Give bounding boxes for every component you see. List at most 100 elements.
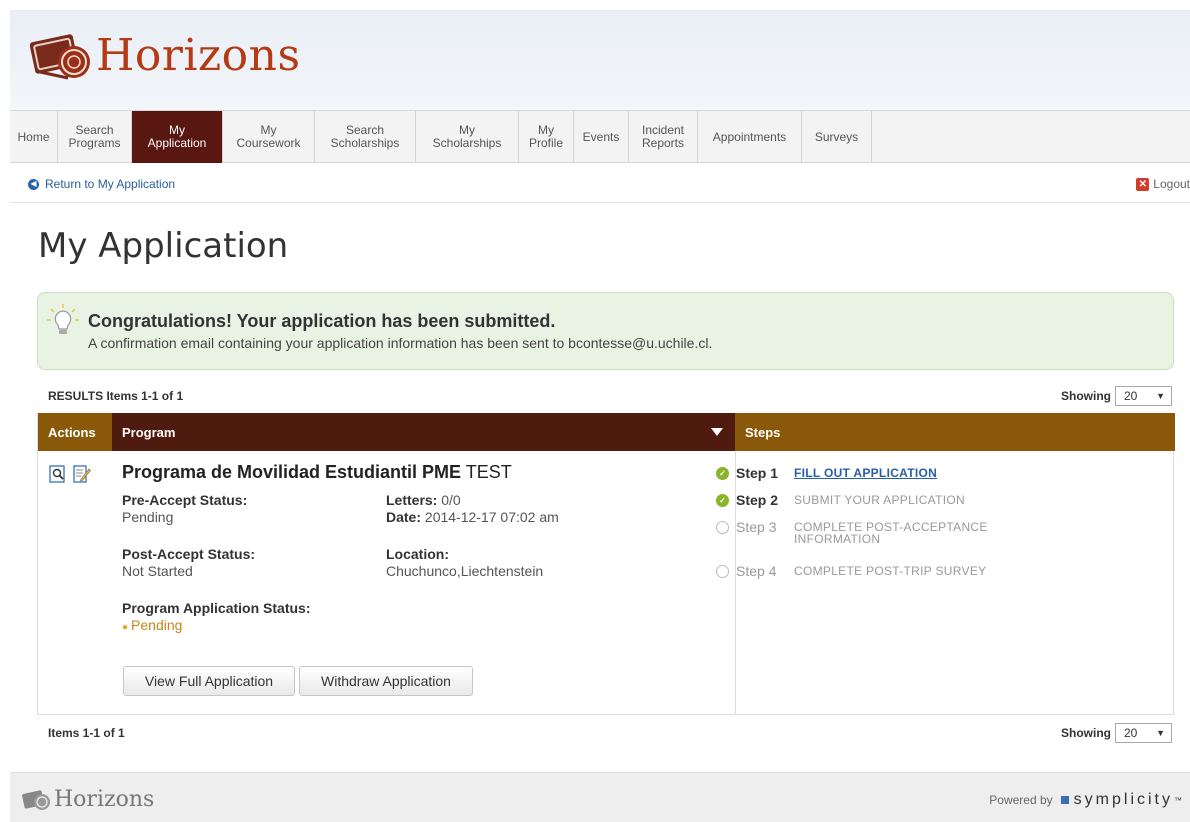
step-number: Step 2: [736, 492, 779, 508]
return-to-application-link[interactable]: ◀ Return to My Application: [28, 177, 175, 191]
page-size-value: 20: [1124, 389, 1138, 403]
sort-descending-icon[interactable]: [711, 428, 723, 436]
success-alert: Congratulations! Your application has be…: [37, 292, 1174, 370]
check-pending-icon: [716, 565, 729, 578]
post-accept-status: Post-Accept Status: Not Started: [122, 546, 255, 580]
post-accept-value: Not Started: [122, 563, 193, 579]
nav-item-search-scholarships[interactable]: Search Scholarships: [315, 111, 416, 163]
nav-item-my-application[interactable]: My Application: [132, 111, 223, 163]
site-header: Horizons: [10, 10, 1190, 110]
withdraw-application-button[interactable]: Withdraw Application: [299, 666, 473, 696]
utility-bar: ◀ Return to My Application ✕ Logout: [10, 163, 1190, 203]
main-nav: Home Search Programs My Application My Cour…: [10, 110, 1190, 163]
alert-message: A confirmation email containing your app…: [88, 335, 713, 351]
showing-label-bottom: Showing: [1061, 726, 1111, 740]
nav-item-appointments[interactable]: Appointments: [698, 111, 802, 163]
trademark-symbol: ™: [1174, 795, 1182, 805]
powered-by-label: Powered by: [989, 793, 1053, 807]
footer-logo[interactable]: Horizons: [22, 787, 154, 812]
edit-document-icon[interactable]: [73, 465, 91, 483]
check-pending-icon: [716, 521, 729, 534]
nav-item-my-profile[interactable]: My Profile: [519, 111, 574, 163]
nav-item-my-coursework[interactable]: My Coursework: [223, 111, 315, 163]
symplicity-square-icon: [1060, 796, 1069, 804]
column-header-program[interactable]: Program: [112, 413, 735, 451]
pre-accept-value: Pending: [122, 509, 174, 525]
step-number: Step 4: [736, 563, 777, 579]
app-status-value: Pending: [131, 617, 183, 633]
nav-item-events[interactable]: Events: [574, 111, 629, 163]
column-header-actions: Actions: [38, 413, 112, 451]
powered-by: Powered by symplicity ™: [989, 791, 1182, 809]
letters-label: Letters:: [386, 492, 438, 508]
pre-accept-label: Pre-Accept Status:: [122, 492, 248, 508]
program-suffix: TEST: [465, 462, 512, 482]
actions-header-label: Actions: [48, 424, 96, 440]
view-full-application-button[interactable]: View Full Application: [123, 666, 295, 696]
page-size-select-top[interactable]: 20 ▼: [1115, 386, 1172, 406]
passport-stamp-icon: [29, 28, 94, 84]
page-size-value-bottom: 20: [1124, 726, 1138, 740]
chevron-down-icon: ▼: [1156, 728, 1165, 738]
column-divider: [735, 451, 736, 715]
logo-text: Horizons: [96, 30, 301, 81]
location: Location: Chuchunco,Liechtenstein: [386, 546, 543, 580]
chevron-down-icon: ▼: [1156, 391, 1165, 401]
check-complete-icon: ✓: [716, 494, 729, 507]
row-actions: [49, 465, 91, 483]
nav-item-incident-reports[interactable]: Incident Reports: [629, 111, 698, 163]
app-status-label: Program Application Status:: [122, 600, 311, 616]
date-label: Date:: [386, 509, 422, 525]
step-description: COMPLETE POST-ACCEPTANCE INFORMATION: [794, 520, 988, 546]
application-status: Program Application Status: ● Pending: [122, 600, 311, 636]
alert-title: Congratulations! Your application has be…: [88, 311, 556, 331]
step-4: Step 4 COMPLETE POST-TRIP SURVEY: [716, 563, 1034, 579]
nav-item-search-programs[interactable]: Search Programs: [58, 111, 132, 163]
logout-link[interactable]: ✕ Logout: [1136, 177, 1190, 191]
logout-icon: ✕: [1136, 177, 1150, 191]
logout-label: Logout: [1153, 177, 1190, 191]
showing-per-page-top: Showing 20 ▼: [1061, 386, 1172, 406]
location-label: Location:: [386, 546, 449, 562]
nav-item-surveys[interactable]: Surveys: [802, 111, 872, 163]
back-arrow-icon: ◀: [28, 178, 39, 190]
return-link-label: Return to My Application: [45, 177, 176, 191]
step-number: Step 3: [736, 519, 777, 535]
steps-header-label: Steps: [745, 424, 781, 440]
program-header-label: Program: [122, 424, 176, 440]
lightbulb-icon: [46, 303, 80, 337]
post-accept-label: Post-Accept Status:: [122, 546, 256, 562]
results-count-top: RESULTS Items 1-1 of 1: [48, 389, 184, 403]
step-1[interactable]: ✓ Step 1 FILL OUT APPLICATION: [716, 465, 1034, 481]
letters-value: 0/0: [441, 492, 461, 508]
page-title: My Application: [38, 226, 289, 266]
results-count-bottom: Items 1-1 of 1: [48, 726, 125, 740]
table-header: Actions Program Steps: [38, 413, 1175, 451]
nav-item-my-scholarships[interactable]: My Scholarships: [416, 111, 519, 163]
showing-per-page-bottom: Showing 20 ▼: [1061, 723, 1172, 743]
step-description: COMPLETE POST-TRIP SURVEY: [794, 564, 987, 578]
date-value: 2014-12-17 07:02 am: [424, 509, 559, 525]
symplicity-logo[interactable]: symplicity ™: [1060, 791, 1182, 809]
program-title[interactable]: Programa de Movilidad Estudiantil PME TE…: [122, 462, 512, 483]
check-complete-icon: ✓: [716, 467, 729, 480]
footer-logo-text: Horizons: [54, 787, 155, 812]
column-header-steps: Steps: [735, 413, 1175, 451]
letters-date: Letters: 0/0 Date: 2014-12-17 07:02 am: [386, 492, 559, 526]
step-3: Step 3 COMPLETE POST-ACCEPTANCE INFORMATI…: [716, 519, 1034, 545]
program-name: Programa de Movilidad Estudiantil PME: [122, 462, 462, 482]
passport-stamp-icon: [22, 789, 50, 810]
step-2: ✓ Step 2 SUBMIT YOUR APPLICATION: [716, 492, 1034, 508]
view-details-icon[interactable]: [49, 465, 67, 483]
pre-accept-status: Pre-Accept Status: Pending: [122, 492, 247, 526]
showing-label: Showing: [1061, 389, 1111, 403]
nav-item-home[interactable]: Home: [10, 111, 58, 163]
symplicity-text: symplicity: [1073, 791, 1173, 808]
step-link[interactable]: FILL OUT APPLICATION: [794, 467, 1034, 479]
status-dot-icon: ●: [122, 622, 129, 633]
site-footer: Horizons Powered by symplicity ™: [10, 772, 1190, 822]
page-size-select-bottom[interactable]: 20 ▼: [1115, 723, 1172, 743]
step-description: SUBMIT YOUR APPLICATION: [794, 493, 965, 507]
horizons-logo[interactable]: Horizons: [29, 28, 301, 84]
step-number: Step 1: [736, 465, 779, 481]
